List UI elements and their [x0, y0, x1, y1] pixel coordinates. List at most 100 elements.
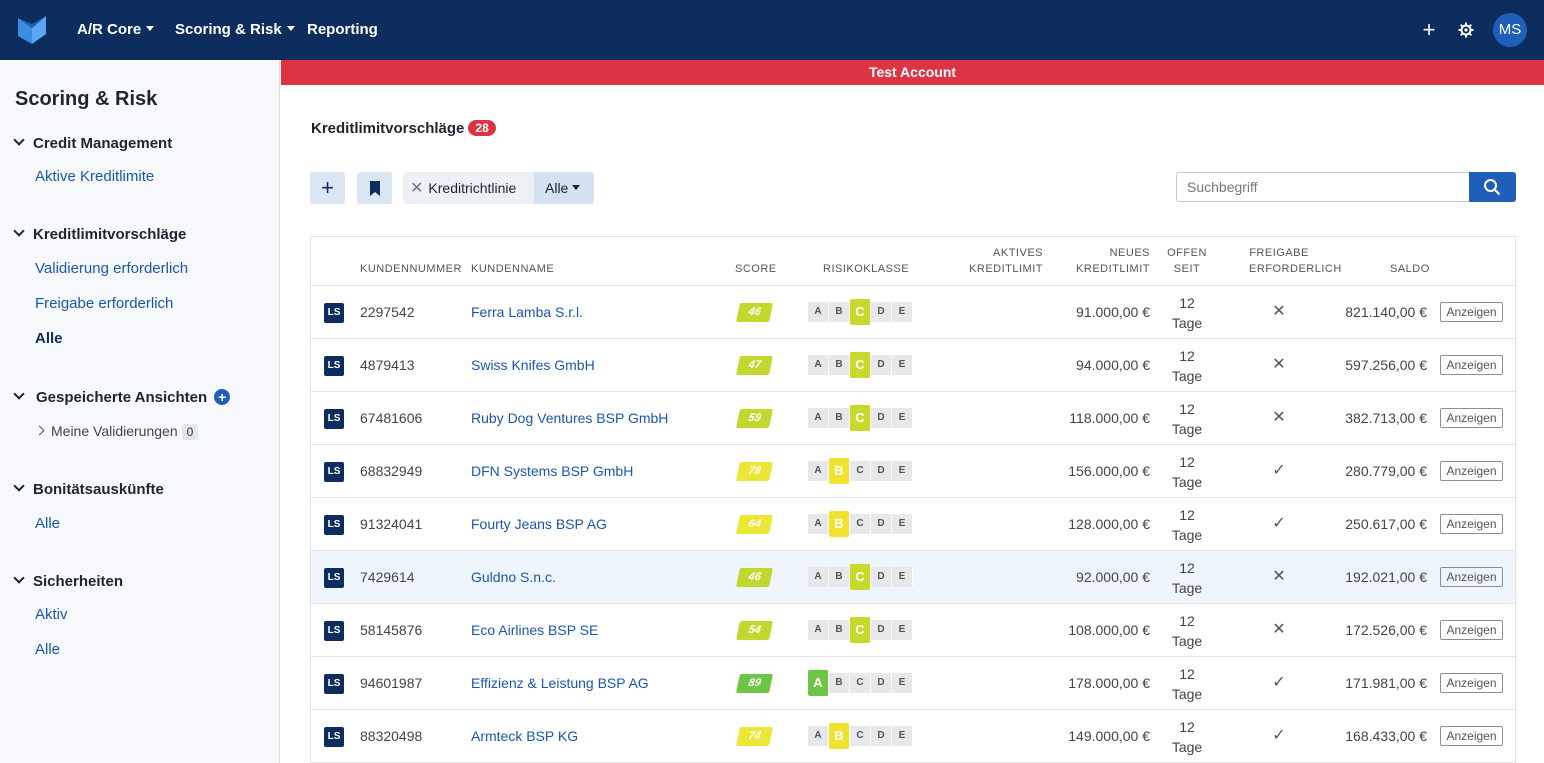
sidebar-item-alle-active[interactable]: Alle	[35, 330, 63, 347]
sidebar-item-sicherheiten-alle[interactable]: Alle	[35, 641, 60, 658]
customer-name-link[interactable]: Swiss Knifes GmbH	[471, 357, 595, 373]
sidebar-section-sicherheiten[interactable]: Sicherheiten	[13, 572, 123, 590]
gear-icon[interactable]	[1454, 18, 1478, 42]
nav-ar-core[interactable]: A/R Core	[77, 21, 155, 39]
sidebar-title: Scoring & Risk	[15, 88, 158, 110]
anzeigen-button[interactable]: Anzeigen	[1440, 302, 1503, 322]
plus-icon[interactable]: +	[1417, 18, 1441, 42]
ls-tag: LS	[324, 356, 344, 376]
risk-class-scale: ABCDE	[808, 617, 913, 643]
count-badge: 0	[181, 424, 199, 440]
col-neues-kreditlimit[interactable]: NEUES KREDITLIMIT	[1076, 245, 1150, 277]
table-row[interactable]: LS 2297542 Ferra Lamba S.r.l. 46 A B C D E 91.000…	[311, 286, 1515, 339]
table-row[interactable]: LS 67481606 Ruby Dog Ventures BSP GmbH 59 A B…	[311, 392, 1515, 445]
table-row[interactable]: LS 58145876 Eco Airlines BSP SE 54 A B C D E 108.…	[311, 604, 1515, 657]
col-offen-seit[interactable]: OFFEN SEIT	[1167, 245, 1207, 277]
nav-reporting[interactable]: Reporting	[307, 21, 378, 39]
search-input[interactable]	[1176, 172, 1470, 202]
customer-name-link[interactable]: Guldno S.n.c.	[471, 569, 556, 585]
sidebar-item-sicherheiten-aktiv[interactable]: Aktiv	[35, 606, 68, 623]
sidebar-section-credit-management[interactable]: Credit Management	[13, 134, 172, 152]
sidebar-section-label: Kreditlimitvorschläge	[33, 226, 187, 243]
risk-class-e: E	[892, 408, 913, 428]
risk-class-a: A	[808, 514, 829, 534]
customer-name-link[interactable]: DFN Systems BSP GmbH	[471, 463, 633, 479]
col-score[interactable]: SCORE	[735, 261, 777, 277]
risk-class-a: A	[808, 408, 829, 428]
col-aktives-kreditlimit[interactable]: AKTIVES KREDITLIMIT	[969, 245, 1043, 277]
anzeigen-button[interactable]: Anzeigen	[1440, 673, 1503, 693]
table-row[interactable]: LS 68832949 DFN Systems BSP GmbH 78 A B C D E 156…	[311, 445, 1515, 498]
bookmark-button[interactable]	[357, 172, 392, 204]
add-button[interactable]: +	[310, 172, 345, 204]
kundennummer: 2297542	[360, 304, 415, 320]
col-freigabe-erforderlich[interactable]: FREIGABE ERFORDERLICH	[1249, 245, 1341, 277]
customer-name-link[interactable]: Eco Airlines BSP SE	[471, 622, 598, 638]
customer-name-link[interactable]: Effizienz & Leistung BSP AG	[471, 675, 649, 691]
offen-seit: 12 Tage	[1166, 346, 1208, 386]
offen-seit: 12 Tage	[1166, 611, 1208, 651]
risk-class-scale: ABCDE	[808, 564, 913, 590]
sidebar-item-meine-validierungen[interactable]: Meine Validierungen 0	[34, 423, 199, 440]
risk-class-scale: ABCDE	[808, 458, 913, 484]
col-risikoklasse[interactable]: RISIKOKLASSE	[823, 261, 909, 277]
chevron-down-icon	[13, 480, 25, 492]
app-logo[interactable]	[16, 14, 48, 46]
anzeigen-button[interactable]: Anzeigen	[1440, 408, 1503, 428]
table-row[interactable]: LS 91324041 Fourty Jeans BSP AG 64 A B C D E 128.…	[311, 498, 1515, 551]
days-label: Tage	[1171, 686, 1203, 702]
filter-value-select[interactable]: Alle	[534, 172, 594, 204]
customer-name-link[interactable]: Ruby Dog Ventures BSP GmbH	[471, 410, 668, 426]
sidebar-section-gespeicherte-ansichten[interactable]: Gespeicherte Ansichten +	[13, 388, 231, 406]
table-row[interactable]: LS 4879413 Swiss Knifes GmbH 47 A B C D E 94.000,…	[311, 339, 1515, 392]
customer-name-link[interactable]: Ferra Lamba S.r.l.	[471, 304, 583, 320]
table-row[interactable]: LS 7429614 Guldno S.n.c. 46 A B C D E 92.000,00 €…	[311, 551, 1515, 604]
anzeigen-button[interactable]: Anzeigen	[1440, 461, 1503, 481]
col-kundennummer[interactable]: KUNDENNUMMER	[360, 261, 462, 277]
search-button[interactable]	[1469, 172, 1516, 202]
anzeigen-button[interactable]: Anzeigen	[1440, 514, 1503, 534]
risk-class-d: D	[871, 567, 892, 587]
sidebar-item-aktive-kreditlimite[interactable]: Aktive Kreditlimite	[35, 168, 154, 185]
customer-name-link[interactable]: Armteck BSP KG	[471, 728, 578, 744]
sidebar-item-bonitaet-alle[interactable]: Alle	[35, 515, 60, 532]
risk-class-d: D	[871, 302, 892, 322]
count-badge: 28	[468, 120, 496, 136]
score-badge: 46	[735, 568, 774, 587]
risk-class-e: E	[892, 514, 913, 534]
col-label: NEUES	[1109, 247, 1150, 259]
sidebar-section-kreditlimitvorschlaege[interactable]: Kreditlimitvorschläge	[13, 225, 187, 243]
anzeigen-button[interactable]: Anzeigen	[1440, 355, 1503, 375]
anzeigen-button[interactable]: Anzeigen	[1440, 726, 1503, 746]
user-avatar[interactable]: MS	[1493, 13, 1527, 47]
freigabe-status-icon: ✓	[1272, 674, 1286, 691]
freigabe-status-icon: ✕	[1272, 356, 1286, 373]
saldo: 192.021,00 €	[1345, 569, 1427, 585]
risk-class-c: C	[850, 673, 871, 693]
remove-filter-icon[interactable]: ✕	[410, 178, 423, 198]
customer-name-link[interactable]: Fourty Jeans BSP AG	[471, 516, 607, 532]
saldo: 597.256,00 €	[1345, 357, 1427, 373]
sidebar-item-freigabe-erforderlich[interactable]: Freigabe erforderlich	[35, 295, 173, 312]
freigabe-status-icon: ✕	[1272, 621, 1286, 638]
add-view-icon[interactable]: +	[214, 389, 231, 405]
sidebar-sub-label: Meine Validierungen	[51, 423, 178, 439]
anzeigen-button[interactable]: Anzeigen	[1440, 620, 1503, 640]
saldo: 171.981,00 €	[1345, 675, 1427, 691]
risk-class-a: A	[808, 620, 829, 640]
anzeigen-button[interactable]: Anzeigen	[1440, 567, 1503, 587]
saldo: 172.526,00 €	[1345, 622, 1427, 638]
nav-reporting-label: Reporting	[307, 21, 378, 38]
nav-scoring-risk[interactable]: Scoring & Risk	[175, 21, 295, 39]
sidebar-item-validierung-erforderlich[interactable]: Validierung erforderlich	[35, 260, 188, 277]
freigabe-status-icon: ✕	[1272, 568, 1286, 585]
col-kundenname[interactable]: KUNDENNAME	[471, 261, 554, 277]
ls-tag: LS	[324, 409, 344, 429]
score-badge: 89	[735, 674, 774, 693]
neues-kreditlimit: 92.000,00 €	[1076, 569, 1150, 585]
table-row[interactable]: LS 94601987 Effizienz & Leistung BSP AG 89 A…	[311, 657, 1515, 710]
col-saldo[interactable]: SALDO	[1390, 261, 1430, 277]
table-row[interactable]: LS 88320498 Armteck BSP KG 74 A B C D E 149.000,0…	[311, 710, 1515, 763]
sidebar-section-bonitaetsauskuenfte[interactable]: Bonitätsauskünfte	[13, 480, 164, 498]
offen-seit-value: 12	[1179, 454, 1195, 470]
